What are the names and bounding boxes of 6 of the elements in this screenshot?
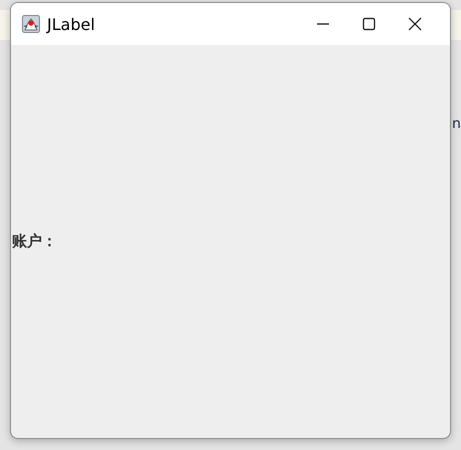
background-text: n	[452, 116, 461, 132]
maximize-icon	[362, 17, 376, 31]
close-icon	[408, 17, 422, 31]
app-icon	[22, 15, 40, 33]
window-title: JLabel	[47, 14, 95, 34]
account-label: 账户：	[12, 232, 57, 251]
